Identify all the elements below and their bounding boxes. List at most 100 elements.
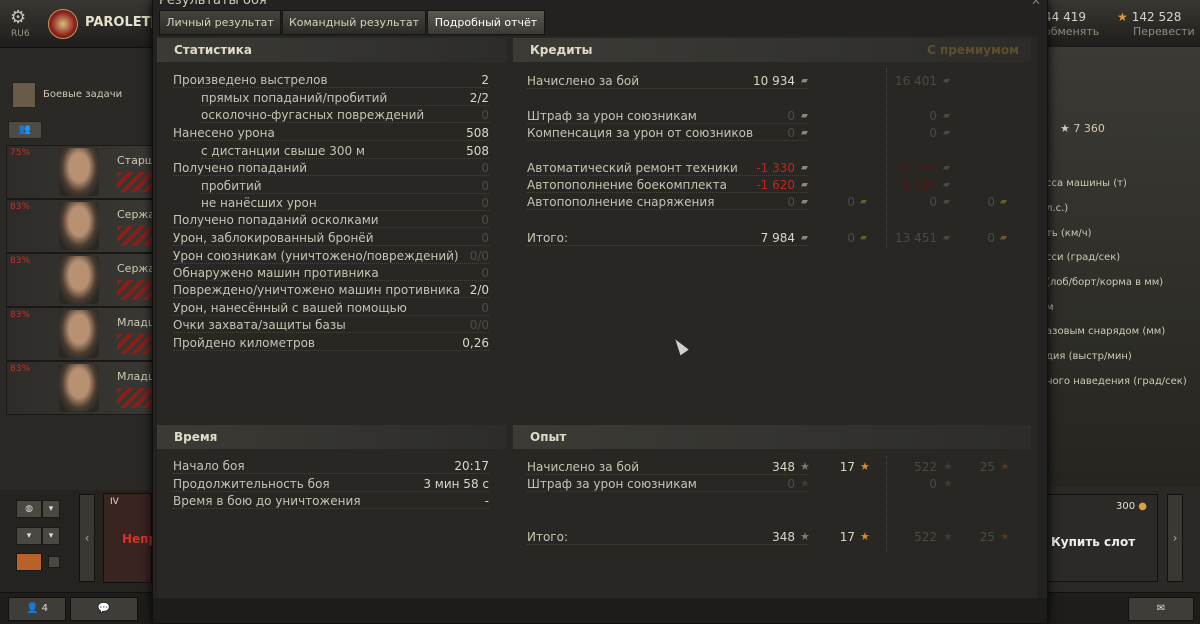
rank-stripes-icon: [117, 172, 153, 192]
stat-value: 2/2: [469, 91, 489, 105]
stat-label: Очки захвата/защиты базы: [173, 318, 346, 332]
crew-toggle-button[interactable]: 👥: [8, 121, 42, 139]
crew-card[interactable]: 83% Младш: [6, 361, 154, 415]
stat-value: 0: [481, 161, 489, 175]
star-icon: ★: [800, 460, 810, 473]
stat-label: не нанёсших урон: [201, 196, 317, 210]
dropdown-arrow-icon[interactable]: ▾: [42, 500, 60, 518]
premium-separator: [886, 68, 887, 248]
premium-gold-value: 0: [987, 195, 995, 209]
carousel-right-arrow[interactable]: ›: [1167, 494, 1183, 582]
slot-price: 300 ●: [1116, 501, 1147, 512]
stat-label: Нанесено урона: [173, 126, 275, 140]
credit-label: Штраф за урон союзникам: [527, 109, 697, 123]
crew-portrait: [59, 148, 99, 196]
param-line: азовым снарядом (мм): [1046, 326, 1166, 337]
slot-price-value: 300: [1115, 501, 1136, 512]
channels-button[interactable]: 💬: [70, 597, 138, 621]
stat-value: 2: [481, 73, 489, 87]
xp-value: 348: [772, 460, 795, 474]
tab-team[interactable]: Командный результат: [282, 10, 426, 35]
credit-label: Итого:: [527, 231, 568, 245]
param-line: ть (км/ч): [1046, 228, 1092, 239]
credit-label: Автопополнение снаряжения: [527, 195, 715, 209]
tank-card[interactable]: IV Непр: [103, 493, 157, 583]
vehicle-type-filter-icon[interactable]: [16, 553, 42, 571]
credits-title: Кредиты: [530, 43, 593, 57]
time-value: 3 мин 58 с: [423, 477, 489, 491]
credit-value: -1 330: [756, 161, 795, 175]
stat-value: 0/0: [469, 249, 489, 263]
stat-value: 0: [481, 213, 489, 227]
dropdown-arrow-icon[interactable]: ▾: [42, 527, 60, 545]
credits-coin-icon: ▰: [943, 233, 950, 243]
gear-icon[interactable]: ⚙: [10, 7, 26, 28]
credit-label: Автоматический ремонт техники: [527, 161, 738, 175]
credits-coin-icon: ▰: [801, 128, 808, 138]
crew-skill-pct: 83%: [10, 202, 31, 212]
crew-rank: Младш: [117, 316, 154, 329]
exchange-link[interactable]: обменять: [1044, 25, 1099, 38]
param-line: сси (град/сек): [1046, 252, 1121, 263]
filter-dropdown[interactable]: ▾: [16, 527, 42, 545]
premium-xp-value: 522: [914, 460, 937, 474]
gold-coin-icon: ▰: [1000, 233, 1007, 243]
gold-coin-icon: ●: [1138, 501, 1147, 512]
stat-label: пробитий: [201, 179, 262, 193]
xp-label: Начислено за бой: [527, 460, 640, 474]
battle-tasks-label: Боевые задачи: [43, 89, 123, 100]
param-line: сса машины (т): [1046, 178, 1127, 189]
carousel-left-arrow[interactable]: ‹: [79, 494, 95, 582]
premium-free-xp-value: 25: [979, 460, 995, 474]
rank-stripes-icon: [117, 226, 153, 246]
credit-label: Автопополнение боекомплекта: [527, 178, 727, 192]
filter-checkbox[interactable]: [48, 556, 60, 568]
crew-skill-pct: 75%: [10, 148, 31, 158]
tab-personal[interactable]: Личный результат: [159, 10, 281, 35]
stat-label: прямых попаданий/пробитий: [201, 91, 388, 105]
dialog-footer: [153, 598, 1047, 623]
crew-card[interactable]: 75% Старши: [6, 145, 154, 199]
credits-coin-icon: ▰: [801, 197, 808, 207]
crew-card[interactable]: 83% Младш: [6, 307, 154, 361]
crew-rank: Сержан: [117, 208, 153, 221]
crew-card[interactable]: 83% Сержан: [6, 199, 154, 253]
credit-gold-value: 0: [847, 195, 855, 209]
premium-xp-value: 522: [914, 530, 937, 544]
globe-icon[interactable]: ◍: [16, 500, 42, 518]
credit-value: 10 934: [753, 74, 795, 88]
stat-value: 508: [466, 144, 489, 158]
premium-credit-value: 16 401: [895, 74, 937, 88]
crew-portrait: [59, 310, 99, 358]
message-icon: ✉: [1156, 603, 1166, 614]
tab-detailed[interactable]: Подробный отчёт: [427, 10, 545, 35]
credits-coin-icon: ▰: [801, 233, 808, 243]
friends-icon: 👤: [25, 603, 39, 614]
transfer-link[interactable]: Перевести: [1133, 25, 1195, 38]
crew-card[interactable]: 83% Сержан: [6, 253, 154, 307]
vehicle-xp-value: 7 360: [1073, 122, 1105, 135]
free-xp-number: 142 528: [1131, 10, 1182, 24]
notifications-button[interactable]: ✉: [1128, 597, 1194, 621]
credit-label: Начислено за бой: [527, 74, 640, 88]
crew-skill-pct: 83%: [10, 364, 31, 374]
stat-label: Получено попаданий осколками: [173, 213, 379, 227]
free-xp-value: ★ 142 528: [1117, 10, 1181, 24]
buy-slot-button[interactable]: 300 ● Купить слот: [1046, 494, 1158, 582]
credit-value: -1 620: [756, 178, 795, 192]
battle-tasks-button[interactable]: Боевые задачи: [10, 80, 140, 110]
player-badge-icon: [48, 9, 78, 39]
close-icon[interactable]: ✕: [1031, 0, 1041, 8]
stat-label: Получено попаданий: [173, 161, 308, 175]
tank-tier: IV: [110, 497, 119, 507]
time-value: -: [484, 494, 489, 508]
stat-label: Пройдено километров: [173, 336, 315, 350]
param-line: л.с.): [1046, 203, 1069, 214]
xp-title: Опыт: [530, 430, 567, 444]
dialog-title: Результаты боя: [159, 0, 267, 8]
gold-coin-icon: ▰: [1000, 197, 1007, 207]
vehicle-xp: ★ 7 360: [1060, 122, 1105, 135]
stat-value: 0: [481, 179, 489, 193]
friends-button[interactable]: 👤 4: [8, 597, 66, 621]
rank-stripes-icon: [117, 334, 153, 354]
